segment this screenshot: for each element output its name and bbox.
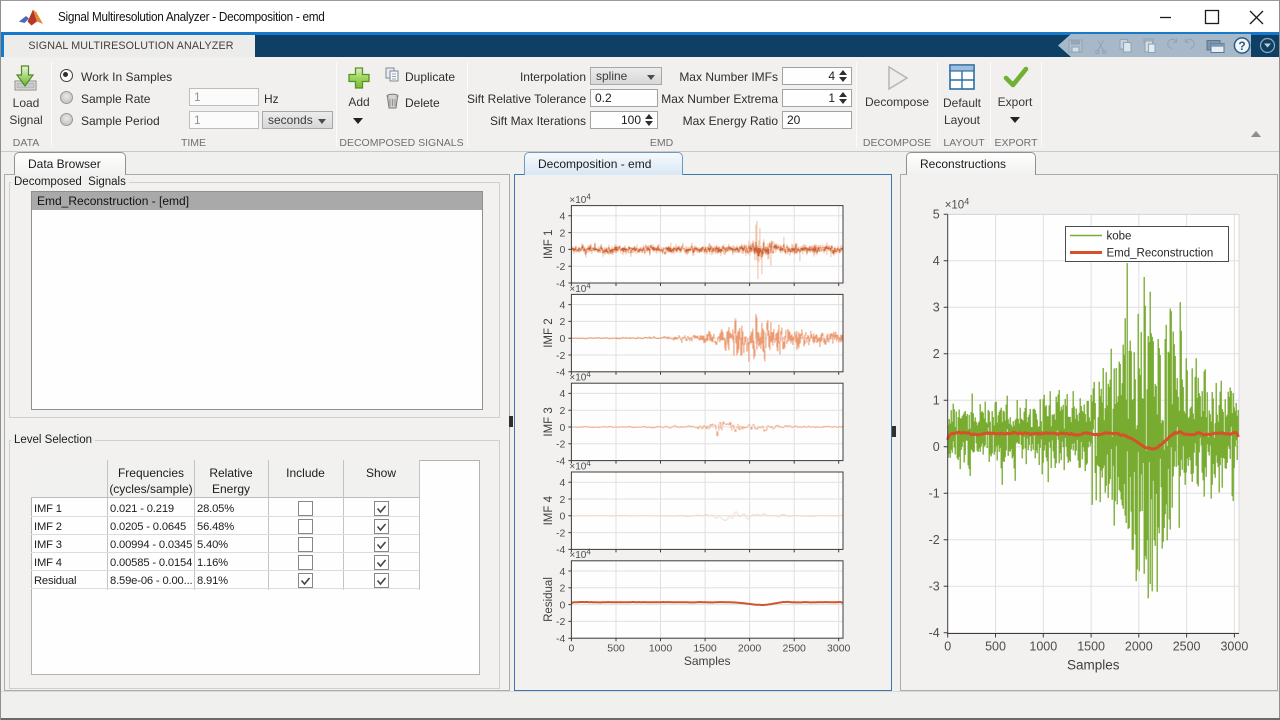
svg-text:4: 4 bbox=[560, 388, 566, 400]
svg-text:0: 0 bbox=[944, 640, 951, 654]
svg-text:2: 2 bbox=[560, 583, 566, 595]
svg-text:2: 2 bbox=[560, 316, 566, 328]
svg-text:kobe: kobe bbox=[1107, 231, 1132, 243]
svg-text:-4: -4 bbox=[556, 455, 565, 467]
svg-text:-2: -2 bbox=[929, 533, 940, 547]
svg-text:2500: 2500 bbox=[783, 643, 807, 655]
svg-text:-4: -4 bbox=[556, 278, 565, 290]
svg-text:×104: ×104 bbox=[569, 193, 591, 207]
svg-text:3: 3 bbox=[933, 301, 940, 315]
svg-text:×104: ×104 bbox=[569, 548, 591, 562]
svg-text:4: 4 bbox=[933, 254, 940, 268]
svg-text:3000: 3000 bbox=[1220, 640, 1248, 654]
svg-text:IMF 4: IMF 4 bbox=[543, 495, 555, 525]
svg-text:2: 2 bbox=[560, 227, 566, 239]
svg-text:2: 2 bbox=[560, 405, 566, 417]
svg-text:2: 2 bbox=[560, 494, 566, 506]
svg-text:IMF 1: IMF 1 bbox=[543, 230, 555, 259]
svg-text:0: 0 bbox=[560, 422, 566, 434]
svg-text:×104: ×104 bbox=[569, 459, 591, 473]
svg-text:×104: ×104 bbox=[569, 281, 591, 295]
svg-text:IMF 3: IMF 3 bbox=[543, 407, 555, 436]
svg-text:1500: 1500 bbox=[1077, 640, 1105, 654]
svg-text:0: 0 bbox=[933, 440, 940, 454]
svg-text:2: 2 bbox=[933, 347, 940, 361]
svg-text:-2: -2 bbox=[556, 439, 565, 451]
svg-text:4: 4 bbox=[560, 566, 566, 578]
svg-text:4: 4 bbox=[560, 211, 566, 223]
svg-text:1000: 1000 bbox=[649, 643, 673, 655]
svg-text:1000: 1000 bbox=[1029, 640, 1057, 654]
svg-text:-4: -4 bbox=[556, 367, 565, 379]
svg-text:4: 4 bbox=[560, 477, 566, 489]
svg-text:1500: 1500 bbox=[693, 643, 717, 655]
svg-text:-4: -4 bbox=[556, 633, 565, 645]
svg-text:-2: -2 bbox=[556, 616, 565, 628]
svg-text:Emd_Reconstruction: Emd_Reconstruction bbox=[1107, 248, 1214, 260]
svg-text:0: 0 bbox=[568, 643, 574, 655]
svg-text:-3: -3 bbox=[929, 580, 940, 594]
svg-text:×104: ×104 bbox=[945, 197, 970, 212]
svg-text:Samples: Samples bbox=[684, 654, 731, 668]
svg-text:500: 500 bbox=[985, 640, 1006, 654]
svg-text:-1: -1 bbox=[929, 487, 940, 501]
svg-text:500: 500 bbox=[607, 643, 625, 655]
svg-text:0: 0 bbox=[560, 244, 566, 256]
svg-text:-4: -4 bbox=[556, 544, 565, 556]
svg-text:Residual: Residual bbox=[543, 577, 555, 622]
svg-text:-4: -4 bbox=[929, 626, 940, 640]
svg-text:IMF 2: IMF 2 bbox=[543, 318, 555, 347]
svg-text:4: 4 bbox=[560, 299, 566, 311]
svg-text:1: 1 bbox=[933, 394, 940, 408]
svg-text:Samples: Samples bbox=[1067, 658, 1120, 673]
svg-text:0: 0 bbox=[560, 333, 566, 345]
svg-text:0: 0 bbox=[560, 599, 566, 611]
svg-text:5: 5 bbox=[933, 208, 940, 222]
svg-text:-2: -2 bbox=[556, 261, 565, 273]
svg-text:2500: 2500 bbox=[1173, 640, 1201, 654]
svg-text:2000: 2000 bbox=[1125, 640, 1153, 654]
svg-text:-2: -2 bbox=[556, 350, 565, 362]
svg-text:2000: 2000 bbox=[738, 643, 762, 655]
svg-text:0: 0 bbox=[560, 511, 566, 523]
svg-text:-2: -2 bbox=[556, 527, 565, 539]
svg-text:×104: ×104 bbox=[569, 370, 591, 384]
svg-text:3000: 3000 bbox=[827, 643, 851, 655]
